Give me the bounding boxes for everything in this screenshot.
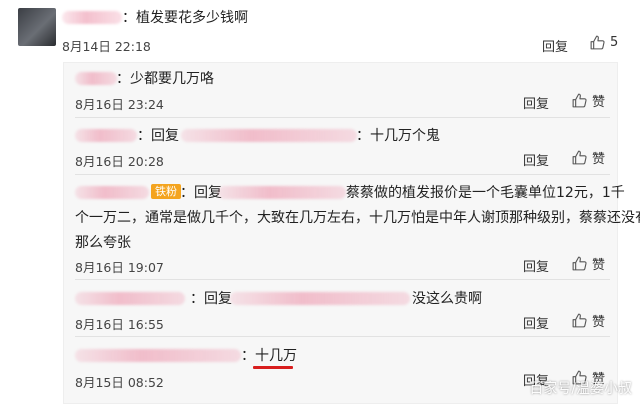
blurred-username[interactable]	[75, 292, 185, 305]
fan-badge: 铁粉	[151, 184, 181, 199]
reply-text: ：十几万个鬼	[356, 128, 440, 144]
reply-text-line1: 蔡蔡做的植发报价是一个毛囊单位12元，1千	[346, 185, 625, 201]
reply-prefix: ：回复	[137, 128, 179, 144]
thumbs-up-icon	[571, 92, 588, 109]
reply-date: 8月16日 20:28	[75, 154, 164, 169]
blurred-mention[interactable]	[230, 292, 410, 305]
like-label: 赞	[592, 95, 606, 110]
comment-text: ：植发要花多少钱啊	[122, 10, 248, 26]
thumbs-up-icon	[571, 149, 588, 166]
blurred-username[interactable]	[75, 72, 117, 85]
reply-date: 8月16日 16:55	[75, 317, 164, 332]
avatar[interactable]	[18, 8, 56, 46]
watermark: 百家号/温婆小叔	[529, 381, 632, 397]
reply-date: 8月16日 23:24	[75, 97, 164, 112]
thumbs-up-icon	[571, 255, 588, 272]
reply-button[interactable]: 回复	[542, 36, 568, 55]
like-label: 赞	[592, 258, 606, 273]
reply-text: 没这么贵啊	[412, 291, 482, 307]
highlight-underline	[253, 366, 293, 369]
reply-text: ：十几万	[241, 348, 297, 364]
main-comment: ：植发要花多少钱啊 8月14日 22:18 回复 5	[0, 0, 640, 60]
divider	[75, 174, 610, 175]
divider	[75, 279, 610, 280]
blurred-username[interactable]	[62, 11, 122, 24]
reply-prefix: ：回复	[180, 185, 222, 201]
thumbs-up-icon	[589, 34, 606, 51]
reply-date: 8月16日 19:07	[75, 260, 164, 275]
blurred-mention[interactable]	[218, 186, 346, 199]
like-count: 5	[610, 35, 619, 50]
blurred-username[interactable]	[75, 129, 137, 142]
reply-button[interactable]: 回复	[523, 150, 549, 169]
like-label: 赞	[592, 152, 606, 167]
like-button[interactable]: 赞	[571, 254, 605, 273]
thumbs-up-icon	[571, 312, 588, 329]
reply-text-line3: 那么夸张	[75, 235, 131, 251]
reply-button[interactable]: 回复	[523, 256, 549, 275]
blurred-username[interactable]	[75, 186, 149, 199]
reply-button[interactable]: 回复	[523, 93, 549, 112]
comment-date: 8月14日 22:18	[62, 39, 151, 54]
like-button[interactable]: 赞	[571, 311, 605, 330]
reply-text: ：少都要几万咯	[116, 71, 214, 87]
reply-button[interactable]: 回复	[523, 313, 549, 332]
divider	[75, 336, 610, 337]
divider	[75, 117, 610, 118]
like-label: 赞	[592, 315, 606, 330]
like-button[interactable]: 赞	[571, 148, 605, 167]
blurred-username[interactable]	[75, 349, 241, 362]
like-button[interactable]: 赞	[571, 91, 605, 110]
reply-text-line2: 个一万二，通常是做几千个，大致在几万左右，十几万怕是中年人谢顶那种级别，蔡蔡还没…	[75, 210, 640, 226]
reply-date: 8月15日 08:52	[75, 375, 164, 390]
like-button[interactable]: 5	[589, 34, 618, 51]
reply-prefix: ：回复	[190, 291, 232, 307]
blurred-mention[interactable]	[181, 129, 357, 142]
